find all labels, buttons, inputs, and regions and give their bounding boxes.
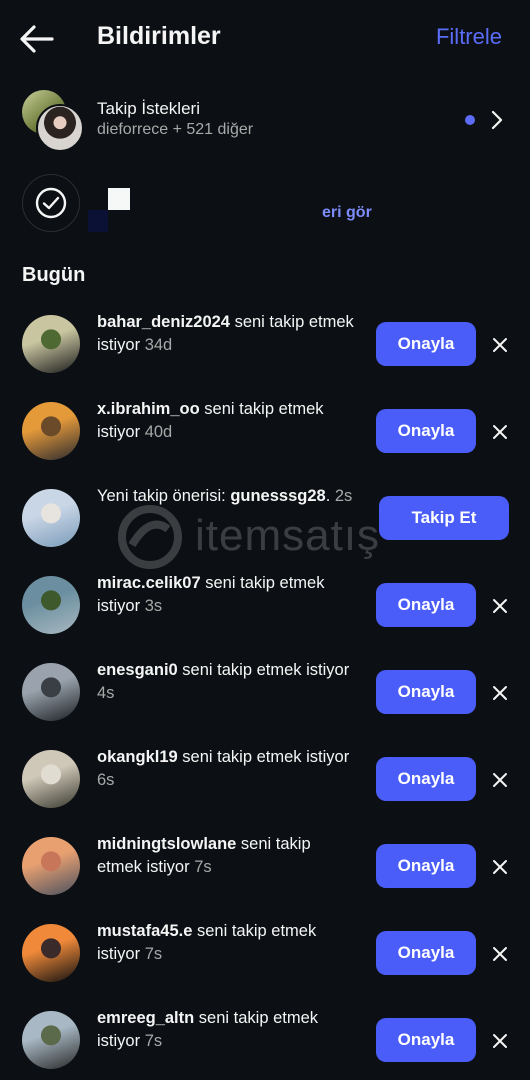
close-icon[interactable] [490,335,510,355]
avatar[interactable] [22,924,80,982]
follow-requests-row[interactable]: Takip İstekleri dieforrece + 521 diğer [0,88,530,152]
close-icon[interactable] [490,596,510,616]
timestamp: 2s [334,487,353,505]
follow-requests-title: Takip İstekleri [97,99,200,118]
unread-dot-icon [465,115,475,125]
close-icon[interactable] [490,683,510,703]
notification-row: enesgani0 seni takip etmek istiyor 4s Ona… [0,649,530,729]
notification-text: midningtslowlane seni takip etmek istiyo… [97,833,359,879]
username[interactable]: okangkl19 [97,748,178,766]
close-icon[interactable] [490,422,510,442]
notification-suffix: . [325,487,331,505]
notification-text: enesgani0 seni takip etmek istiyor 4s [97,659,359,705]
timestamp: 3s [144,597,163,615]
notification-row: bahar_deniz2024 seni takip etmek istiyor… [0,301,530,381]
notification-text: x.ibrahim_oo seni takip etmek istiyor 40… [97,398,359,444]
approve-button[interactable]: Onayla [376,757,476,801]
approve-button[interactable]: Onayla [376,409,476,453]
approve-button[interactable]: Onayla [376,931,476,975]
approve-button[interactable]: Onayla [376,583,476,627]
watermark-text: itemsatış [195,511,381,560]
section-title-today: Bugün [22,264,86,286]
notification-row: midningtslowlane seni takip etmek istiyo… [0,823,530,903]
filter-button[interactable]: Filtrele [436,24,502,50]
notification-row: mustafa45.e seni takip etmek istiyor 7s O… [0,910,530,990]
username[interactable]: midningtslowlane [97,835,236,853]
redacted-block [88,210,108,232]
close-icon[interactable] [490,944,510,964]
timestamp: 7s [194,858,212,876]
suggestions-row[interactable]: eri gör [0,172,530,234]
close-icon[interactable] [490,1031,510,1051]
approve-button[interactable]: Onayla [376,670,476,714]
see-all-link[interactable]: eri gör [322,204,372,222]
notification-text: mustafa45.e seni takip etmek istiyor 7s [97,920,359,966]
username[interactable]: emreeg_altn [97,1009,194,1027]
notification-text: bahar_deniz2024 seni takip etmek istiyor… [97,311,359,357]
avatar[interactable] [22,663,80,721]
username[interactable]: mustafa45.e [97,922,192,940]
timestamp: 6s [97,771,115,789]
username[interactable]: gunesssg28 [230,487,325,505]
notification-message: seni takip etmek istiyor [177,661,350,679]
notification-row: okangkl19 seni takip etmek istiyor 6s Ona… [0,736,530,816]
avatar[interactable] [22,402,80,460]
notification-text: mirac.celik07 seni takip etmek istiyor 3… [97,572,359,618]
avatar[interactable] [22,1011,80,1069]
timestamp: 7s [144,945,163,963]
avatar[interactable] [22,315,80,373]
notification-prefix: Yeni takip önerisi: [97,487,231,505]
avatar [36,104,84,152]
approve-button[interactable]: Onayla [376,844,476,888]
watermark: itemsatış [110,505,440,575]
approve-button[interactable]: Onayla [376,1018,476,1062]
check-circle-icon [22,174,80,232]
avatar[interactable] [22,837,80,895]
username[interactable]: mirac.celik07 [97,574,201,592]
avatar[interactable] [22,489,80,547]
notification-text: emreeg_altn seni takip etmek istiyor 7s [97,1007,359,1053]
timestamp: 40d [144,423,173,441]
timestamp: 4s [97,684,115,702]
close-icon[interactable] [490,857,510,877]
redacted-block [108,188,130,210]
notification-text: okangkl19 seni takip etmek istiyor 6s [97,746,359,792]
chevron-right-icon [491,110,503,130]
page-title: Bildirimler [97,22,221,50]
avatar[interactable] [22,750,80,808]
timestamp: 34d [144,336,173,354]
notification-message: seni takip etmek istiyor [177,748,350,766]
avatar[interactable] [22,576,80,634]
follow-requests-subtitle: dieforrece + 521 diğer [97,121,254,138]
username[interactable]: x.ibrahim_oo [97,400,200,418]
watermark-logo-icon [118,505,182,569]
notification-row: emreeg_altn seni takip etmek istiyor 7s O… [0,997,530,1077]
back-arrow-icon[interactable] [18,22,58,56]
close-icon[interactable] [490,770,510,790]
username[interactable]: bahar_deniz2024 [97,313,230,331]
header: Bildirimler Filtrele [0,0,530,78]
approve-button[interactable]: Onayla [376,322,476,366]
username[interactable]: enesgani0 [97,661,178,679]
notification-row: x.ibrahim_oo seni takip etmek istiyor 40… [0,388,530,468]
timestamp: 7s [144,1032,163,1050]
